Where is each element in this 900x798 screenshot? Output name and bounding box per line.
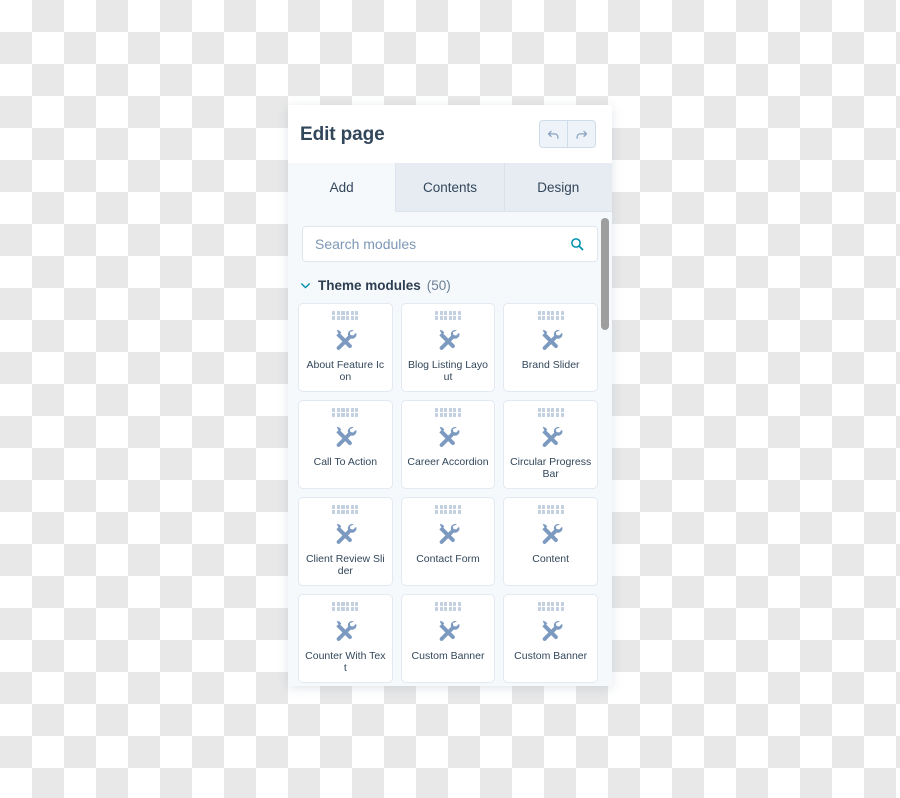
module-tools-icon <box>435 326 461 352</box>
edit-page-panel: Edit page Add Contents Design Search mod… <box>288 105 612 686</box>
tab-add[interactable]: Add <box>288 163 397 212</box>
module-label: Circular Progress Bar <box>510 456 592 480</box>
drag-handle-icon[interactable] <box>537 602 564 611</box>
module-card[interactable]: Circular Progress Bar <box>503 400 598 489</box>
module-card[interactable]: Contact Form <box>400 497 496 586</box>
module-card[interactable]: Counter With Text <box>298 594 393 683</box>
module-label: Career Accordion <box>407 456 489 468</box>
scrollbar-thumb[interactable] <box>601 218 609 330</box>
module-tools-icon <box>332 617 358 643</box>
scrollbar-track[interactable] <box>601 212 609 686</box>
tools-icon <box>439 426 460 447</box>
tools-icon <box>336 426 357 447</box>
drag-handle-icon[interactable] <box>537 505 564 514</box>
module-card[interactable]: Brand Slider <box>503 303 598 392</box>
chevron-down-icon <box>296 279 314 292</box>
tab-design[interactable]: Design <box>504 163 612 211</box>
theme-modules-section-header[interactable]: Theme modules (50) <box>296 278 598 293</box>
drag-handle-icon[interactable] <box>537 408 564 417</box>
module-label: Custom Banner <box>514 650 588 662</box>
module-tools-icon <box>435 617 461 643</box>
module-tools-icon <box>435 423 461 449</box>
module-label: Blog Listing Layout <box>408 359 488 383</box>
module-tools-icon <box>435 520 461 546</box>
tools-icon <box>439 620 460 641</box>
search-input[interactable] <box>302 226 598 262</box>
search-button[interactable] <box>566 226 588 262</box>
undo-button[interactable] <box>540 121 567 147</box>
module-label: Counter With Text <box>305 650 386 674</box>
module-card[interactable]: Custom Banner <box>503 594 598 683</box>
tools-icon <box>541 426 563 447</box>
tools-icon <box>439 523 460 544</box>
module-card[interactable]: Career Accordion <box>400 400 496 489</box>
module-tools-icon <box>332 520 358 546</box>
module-tools-icon <box>538 326 564 352</box>
module-label: Content <box>532 553 570 565</box>
module-label: Contact Form <box>416 553 480 565</box>
module-card[interactable]: Client Review Slider <box>298 497 393 586</box>
drag-handle-icon[interactable] <box>434 602 461 611</box>
history-button-group <box>539 120 596 148</box>
undo-icon <box>547 130 559 139</box>
drag-handle-icon[interactable] <box>332 408 359 417</box>
module-tools-icon <box>538 617 564 643</box>
search-container <box>302 226 598 262</box>
module-card[interactable]: Blog Listing Layout <box>400 303 496 392</box>
tab-contents[interactable]: Contents <box>396 163 505 211</box>
module-label: Brand Slider <box>521 359 580 371</box>
drag-handle-icon[interactable] <box>434 311 461 320</box>
section-title: Theme modules <box>318 278 421 293</box>
module-card[interactable]: Call To Action <box>298 400 393 489</box>
module-tools-icon <box>332 423 358 449</box>
redo-button[interactable] <box>567 121 595 147</box>
tools-icon <box>541 620 563 641</box>
module-grid: About Feature Icon Blog Listing Layout Bra… <box>288 303 612 683</box>
tools-icon <box>541 523 563 544</box>
panel-body: Theme modules (50) About Feature Icon Blo… <box>288 212 612 686</box>
module-card[interactable]: Content <box>503 497 598 586</box>
panel-header: Edit page <box>288 105 612 163</box>
tools-icon <box>541 329 563 350</box>
tools-icon <box>336 329 357 350</box>
module-label: Client Review Slider <box>305 553 385 577</box>
module-label: About Feature Icon <box>306 359 385 383</box>
drag-handle-icon[interactable] <box>537 311 564 320</box>
module-tools-icon <box>538 520 564 546</box>
page-title: Edit page <box>300 123 385 145</box>
section-count: (50) <box>426 278 451 293</box>
drag-handle-icon[interactable] <box>332 311 359 320</box>
drag-handle-icon[interactable] <box>434 408 461 417</box>
module-tools-icon <box>538 423 564 449</box>
drag-handle-icon[interactable] <box>332 602 359 611</box>
module-card[interactable]: Custom Banner <box>400 594 496 683</box>
module-tools-icon <box>332 326 358 352</box>
drag-handle-icon[interactable] <box>332 505 359 514</box>
module-label: Call To Action <box>313 456 378 468</box>
tools-icon <box>336 523 357 544</box>
tools-icon <box>439 329 460 350</box>
redo-icon <box>576 130 588 139</box>
tools-icon <box>336 620 357 641</box>
module-card[interactable]: About Feature Icon <box>298 303 393 392</box>
drag-handle-icon[interactable] <box>434 505 461 514</box>
search-icon <box>571 238 584 251</box>
module-label: Custom Banner <box>411 650 485 662</box>
tab-bar: Add Contents Design <box>288 163 612 212</box>
